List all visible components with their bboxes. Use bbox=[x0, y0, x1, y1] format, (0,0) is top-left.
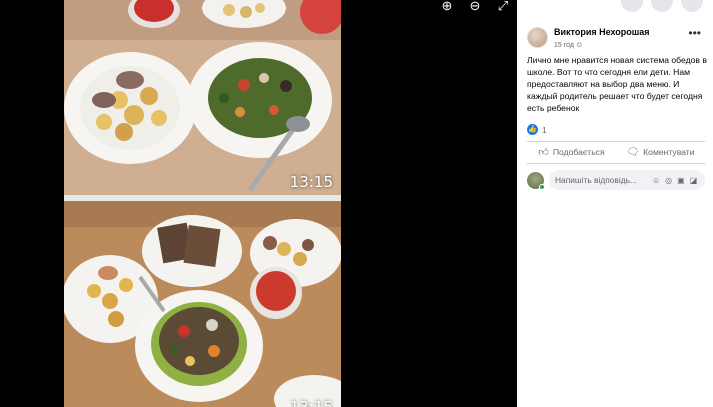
avatar[interactable] bbox=[527, 171, 545, 190]
comment-button[interactable]: 🗨︎ Коментувати bbox=[616, 146, 705, 158]
comment-input[interactable] bbox=[555, 175, 647, 185]
fullscreen-icon[interactable]: ⤢ bbox=[494, 0, 512, 14]
photo-timestamp: 13:15 bbox=[289, 398, 333, 407]
author-meta: Виктория Нехорошая 15 год ⊙ bbox=[554, 27, 650, 49]
post-actions: 👍︎ Подобається 🗨︎ Коментувати bbox=[527, 146, 705, 159]
photo-timestamp: 13:15 bbox=[289, 173, 333, 191]
reaction-count: 1 bbox=[542, 124, 547, 135]
comment-label: Коментувати bbox=[643, 147, 695, 157]
zoom-in-icon[interactable]: ⊕ bbox=[438, 0, 456, 14]
divider bbox=[527, 141, 705, 142]
thumbs-up-icon: 👍︎ bbox=[538, 147, 549, 158]
post-header: Виктория Нехорошая 15 год ⊙ bbox=[527, 27, 650, 49]
comment-bubble-icon: 🗨︎ bbox=[626, 146, 640, 158]
menu-grid-icon[interactable] bbox=[621, 0, 643, 12]
like-label: Подобається bbox=[552, 147, 605, 157]
header-icons bbox=[621, 0, 703, 12]
camera-icon[interactable]: ◎ bbox=[665, 176, 672, 185]
meal-photo-1[interactable]: 13:15 bbox=[64, 0, 341, 195]
like-reaction-icon: 👍 bbox=[527, 124, 538, 135]
like-button[interactable]: 👍︎ Подобається bbox=[527, 146, 616, 158]
zoom-out-icon[interactable]: ⊖ bbox=[466, 0, 484, 14]
post-time[interactable]: 15 год ⊙ bbox=[554, 40, 650, 49]
gif-icon[interactable]: ▣ bbox=[677, 176, 685, 185]
meal-photo-2-image bbox=[64, 201, 341, 407]
meal-photo-1-image bbox=[64, 0, 341, 195]
messenger-icon[interactable] bbox=[651, 0, 673, 12]
avatar[interactable] bbox=[527, 27, 548, 48]
meal-photo-2[interactable]: 13:15 bbox=[64, 201, 341, 407]
sticker-icon[interactable]: ◪ bbox=[690, 176, 698, 185]
viewer-toolbar: ⊕ ⊖ ⤢ bbox=[438, 0, 512, 14]
post-panel: Виктория Нехорошая 15 год ⊙ ••• Лично мн… bbox=[517, 0, 713, 407]
post-time-text: 15 год bbox=[554, 42, 574, 49]
more-options-icon[interactable]: ••• bbox=[688, 27, 701, 39]
emoji-icon[interactable]: ☺ bbox=[652, 176, 660, 185]
photo-viewer: ⊕ ⊖ ⤢ 13:15 13:15 bbox=[0, 0, 517, 407]
comment-box[interactable]: ☺ ◎ ▣ ◪ bbox=[549, 170, 705, 190]
author-name[interactable]: Виктория Нехорошая bbox=[554, 27, 650, 37]
comment-composer: ☺ ◎ ▣ ◪ bbox=[527, 170, 705, 190]
public-globe-icon: ⊙ bbox=[576, 42, 583, 49]
reactions-summary[interactable]: 👍 1 bbox=[527, 124, 547, 135]
divider bbox=[527, 163, 705, 164]
notifications-icon[interactable] bbox=[681, 0, 703, 12]
post-text: Лично мне нравится новая система обедов … bbox=[527, 55, 707, 113]
online-status-dot bbox=[539, 183, 545, 190]
